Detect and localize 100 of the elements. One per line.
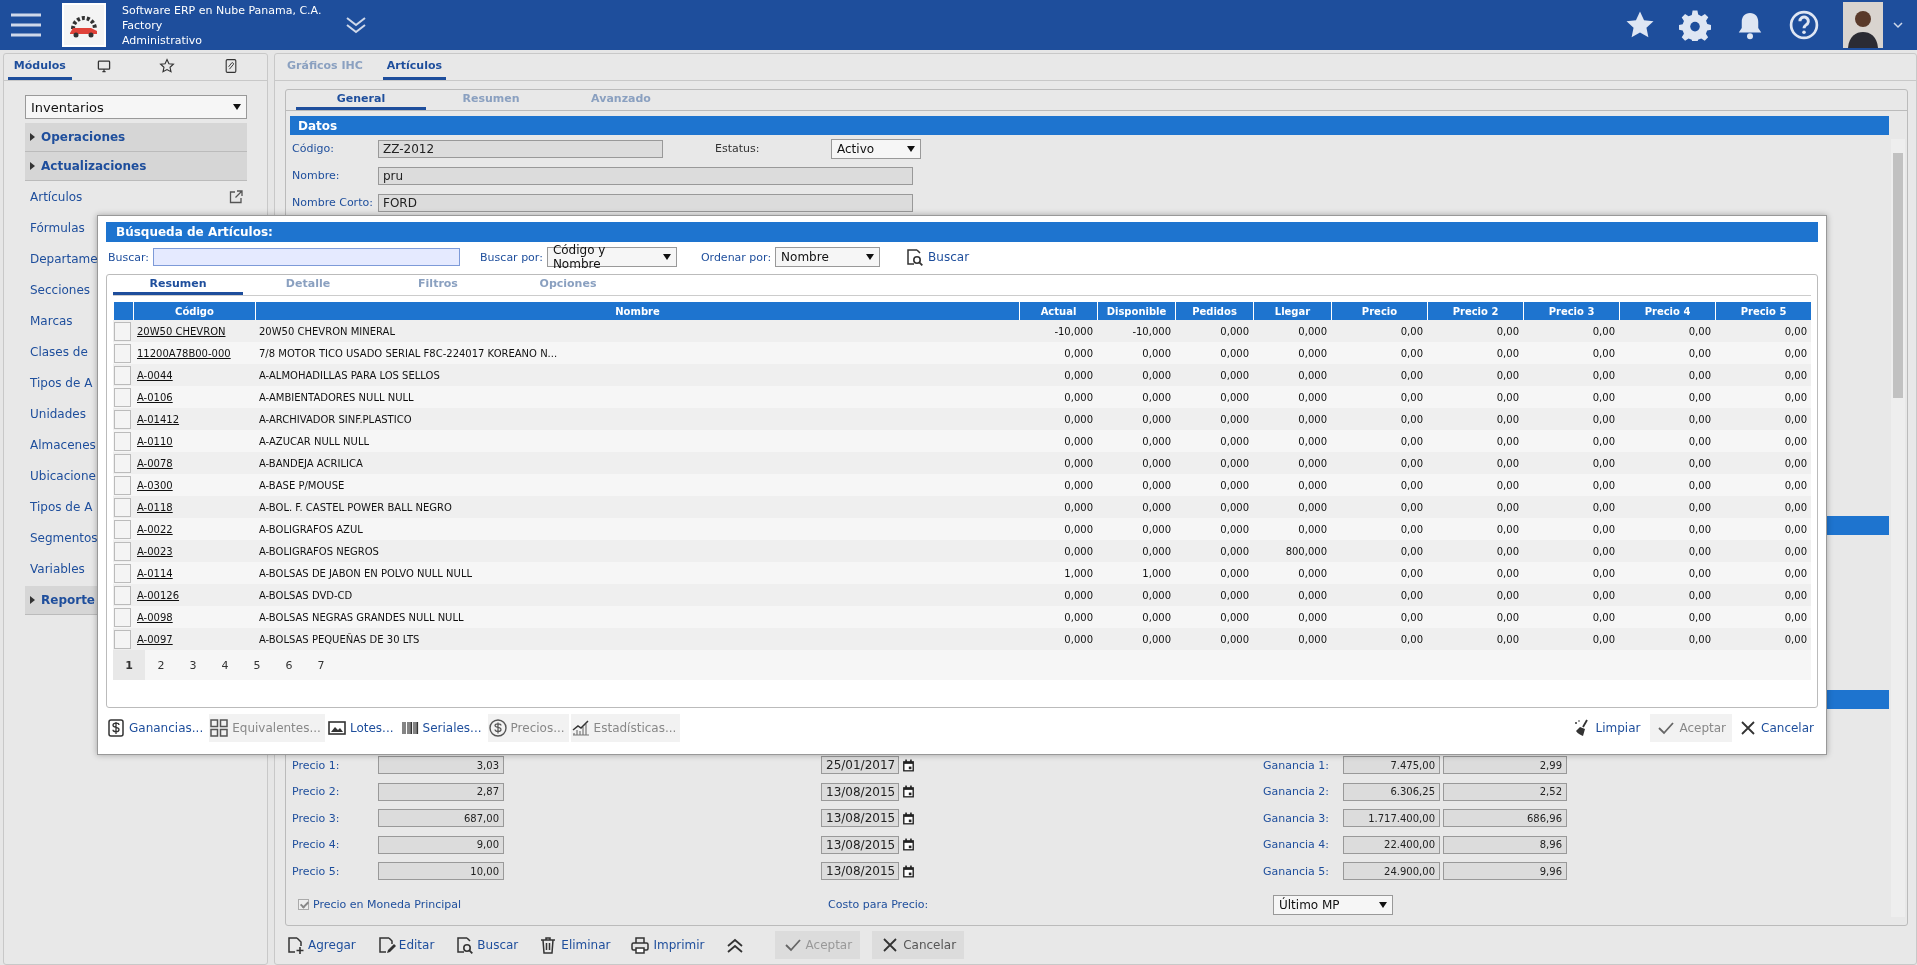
code-field[interactable]: ZZ-2012 xyxy=(378,139,663,158)
menu-item[interactable]: Tipos de A xyxy=(30,499,93,514)
search-field[interactable] xyxy=(153,248,461,266)
page-link[interactable]: 4 xyxy=(209,650,241,680)
short-name-field[interactable]: FORD xyxy=(378,193,913,212)
calendar-icon[interactable] xyxy=(902,838,915,852)
column-header[interactable]: Disponible xyxy=(1097,302,1175,320)
code-link[interactable]: A-0022 xyxy=(137,523,173,535)
dropdown-arrow-icon[interactable] xyxy=(662,254,671,260)
row-checkbox[interactable] xyxy=(114,475,131,495)
column-header[interactable]: Actual xyxy=(1019,302,1097,320)
code-link[interactable]: A-0110 xyxy=(137,435,173,447)
scrollbar[interactable] xyxy=(1891,139,1905,917)
star-icon[interactable] xyxy=(1625,10,1655,40)
date-field[interactable]: 25/01/2017 xyxy=(821,756,899,775)
code-link[interactable]: A-0114 xyxy=(137,567,173,579)
page-link[interactable]: 1 xyxy=(113,650,145,680)
column-header[interactable]: Precio 4 xyxy=(1619,302,1715,320)
page-tab[interactable]: Artículos xyxy=(382,54,447,80)
menu-section[interactable]: Operaciones xyxy=(25,123,247,152)
price-field[interactable]: 3,03 xyxy=(378,756,504,775)
date-field[interactable]: 13/08/2015 xyxy=(821,809,899,828)
code-link[interactable]: A-00126 xyxy=(137,589,180,601)
page-link[interactable]: 3 xyxy=(177,650,209,680)
price-field[interactable]: 687,00 xyxy=(378,809,504,828)
column-header[interactable]: Precio 3 xyxy=(1523,302,1619,320)
page-link[interactable]: 5 xyxy=(241,650,273,680)
toolbar-button[interactable]: Editar xyxy=(375,931,449,959)
avatar[interactable] xyxy=(1843,2,1883,48)
page-link[interactable]: 7 xyxy=(305,650,337,680)
status-dropdown[interactable]: Activo xyxy=(831,138,921,159)
column-header[interactable]: Llegar xyxy=(1253,302,1331,320)
menu-item[interactable]: Segmentos xyxy=(30,530,98,545)
row-checkbox[interactable] xyxy=(114,497,131,517)
profit-percent-field[interactable]: 2,99 xyxy=(1443,756,1567,775)
menu-item[interactable]: Departame xyxy=(30,251,98,266)
profit-field[interactable]: 6.306,25 xyxy=(1343,782,1440,801)
row-checkbox[interactable] xyxy=(114,629,131,649)
column-header[interactable]: Código xyxy=(133,302,255,320)
page-link[interactable]: 2 xyxy=(145,650,177,680)
code-link[interactable]: A-0098 xyxy=(137,611,173,623)
code-link[interactable]: A-0023 xyxy=(137,545,173,557)
row-checkbox[interactable] xyxy=(114,387,131,407)
calendar-icon[interactable] xyxy=(902,864,915,878)
profit-field[interactable]: 7.475,00 xyxy=(1343,756,1440,775)
menu-item[interactable]: Variables xyxy=(30,561,85,576)
profit-percent-field[interactable]: 9,96 xyxy=(1443,862,1567,881)
row-checkbox[interactable] xyxy=(114,607,131,627)
menu-item[interactable]: Tipos de A xyxy=(30,375,93,390)
profit-field[interactable]: 22.400,00 xyxy=(1343,835,1440,854)
column-header[interactable]: Precio 5 xyxy=(1715,302,1811,320)
column-header[interactable]: Nombre xyxy=(255,302,1019,320)
toolbar-button[interactable]: Agregar xyxy=(285,931,370,959)
dropdown-arrow-icon[interactable] xyxy=(866,254,875,260)
code-link[interactable]: A-01412 xyxy=(137,413,180,425)
price-field[interactable]: 2,87 xyxy=(378,782,504,801)
chevron-down-icon[interactable] xyxy=(1893,21,1903,29)
row-checkbox[interactable] xyxy=(114,563,131,583)
menu-item[interactable]: Unidades xyxy=(30,406,86,421)
form-tab[interactable]: General xyxy=(296,90,426,110)
code-link[interactable]: A-0097 xyxy=(137,633,173,645)
search-button[interactable]: Buscar xyxy=(904,247,970,267)
date-field[interactable]: 13/08/2015 xyxy=(821,862,899,881)
cost-dropdown[interactable]: Último MP xyxy=(1273,894,1393,915)
toolbar-button[interactable]: Eliminar xyxy=(538,931,625,959)
dropdown-arrow-icon[interactable] xyxy=(907,145,915,152)
row-checkbox[interactable] xyxy=(114,541,131,561)
name-field[interactable]: pru xyxy=(378,166,913,185)
column-header[interactable]: Pedidos xyxy=(1175,302,1253,320)
row-checkbox[interactable] xyxy=(114,519,131,539)
row-checkbox[interactable] xyxy=(114,409,131,429)
calendar-icon[interactable] xyxy=(902,811,915,825)
menu-item[interactable]: Ubicacione xyxy=(30,468,96,483)
profit-percent-field[interactable]: 8,96 xyxy=(1443,835,1567,854)
sort-by-dropdown[interactable]: Nombre xyxy=(775,247,881,267)
page-link[interactable]: 6 xyxy=(273,650,305,680)
double-chevron-down-icon[interactable] xyxy=(345,15,368,35)
menu-icon[interactable] xyxy=(10,12,42,38)
menu-item[interactable]: Fórmulas xyxy=(30,220,85,235)
menu-section[interactable]: Actualizaciones xyxy=(25,152,247,181)
results-tab[interactable]: Resumen xyxy=(113,275,243,295)
date-field[interactable]: 13/08/2015 xyxy=(821,835,899,854)
menu-item[interactable]: Marcas xyxy=(30,313,73,328)
settings-icon[interactable] xyxy=(1679,9,1711,41)
profit-field[interactable]: 24.900,00 xyxy=(1343,862,1440,881)
column-header[interactable]: Precio xyxy=(1331,302,1427,320)
calendar-icon[interactable] xyxy=(902,758,915,772)
menu-item[interactable]: Artículos xyxy=(30,189,83,204)
help-icon[interactable] xyxy=(1789,10,1819,40)
row-checkbox[interactable] xyxy=(114,343,131,363)
row-checkbox[interactable] xyxy=(114,365,131,385)
row-checkbox[interactable] xyxy=(114,321,131,341)
dropdown-arrow-icon[interactable] xyxy=(1379,901,1387,908)
code-link[interactable]: A-0106 xyxy=(137,391,173,403)
code-link[interactable]: A-0300 xyxy=(137,479,173,491)
price-field[interactable]: 9,00 xyxy=(378,835,504,854)
price-field[interactable]: 10,00 xyxy=(378,862,504,881)
code-link[interactable]: A-0044 xyxy=(137,369,173,381)
toolbar-button[interactable]: Cancelar xyxy=(872,931,965,959)
profit-percent-field[interactable]: 686,96 xyxy=(1443,809,1567,828)
